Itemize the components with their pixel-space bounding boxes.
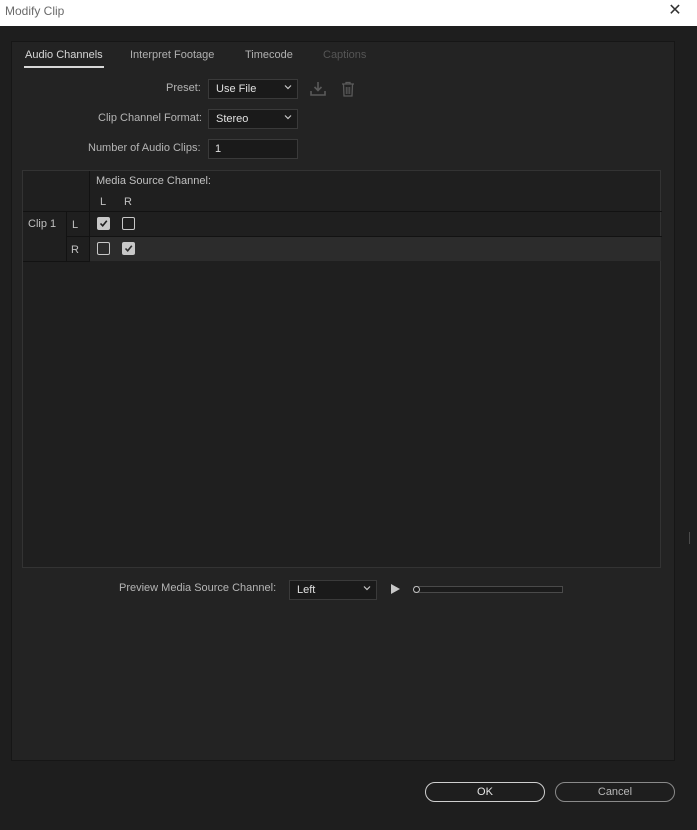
- preset-value: Use File: [216, 83, 257, 95]
- grid-divider: [66, 211, 67, 261]
- chevron-down-icon: [284, 85, 292, 90]
- preview-scrub-handle[interactable]: [413, 586, 420, 593]
- preset-dropdown[interactable]: Use File: [208, 79, 298, 99]
- clip-channel-r-label: R: [71, 244, 79, 256]
- checkbox-clip1-l-source-r[interactable]: [122, 217, 135, 230]
- preview-media-source-channel-label: Preview Media Source Channel:: [119, 582, 277, 594]
- media-source-channel-header: Media Source Channel:: [96, 175, 211, 187]
- grid-divider: [89, 171, 90, 261]
- selected-row-highlight: [90, 237, 661, 261]
- clip-channel-format-dropdown[interactable]: Stereo: [208, 109, 298, 129]
- tab-audio-channels[interactable]: Audio Channels: [24, 49, 104, 68]
- preview-scrub-slider[interactable]: [414, 586, 563, 593]
- check-icon: [99, 220, 108, 228]
- close-icon[interactable]: ✕: [668, 2, 682, 20]
- window-title: Modify Clip: [5, 4, 65, 18]
- chevron-down-icon: [284, 115, 292, 120]
- tab-captions: Captions: [323, 49, 367, 61]
- trash-icon[interactable]: [339, 80, 357, 98]
- grid-divider: [23, 211, 662, 212]
- clip-channel-format-label: Clip Channel Format:: [98, 112, 202, 124]
- chevron-down-icon: [363, 586, 371, 591]
- preview-channel-dropdown[interactable]: Left: [289, 580, 377, 600]
- checkbox-clip1-r-source-r[interactable]: [122, 242, 135, 255]
- tab-interpret-footage[interactable]: Interpret Footage: [130, 49, 214, 61]
- source-channel-r-header: R: [124, 196, 132, 208]
- dialog-panel: Audio Channels Interpret Footage Timecod…: [11, 41, 675, 761]
- channel-mapping-grid: Media Source Channel: L R Clip 1 L R: [22, 170, 662, 568]
- number-of-audio-clips-label: Number of Audio Clips:: [88, 142, 201, 154]
- cancel-button[interactable]: Cancel: [555, 782, 675, 802]
- preset-label: Preset:: [166, 82, 201, 94]
- clip-channel-format-value: Stereo: [216, 113, 249, 125]
- tab-timecode[interactable]: Timecode: [245, 49, 293, 61]
- download-icon[interactable]: [309, 80, 327, 98]
- clip-name: Clip 1: [28, 218, 57, 230]
- checkbox-clip1-l-source-l[interactable]: [97, 217, 110, 230]
- source-channel-l-header: L: [100, 196, 107, 208]
- number-of-audio-clips-value: 1: [215, 143, 222, 155]
- check-icon: [124, 245, 133, 253]
- grid-divider: [66, 236, 662, 237]
- window-edge-marker: [689, 532, 697, 544]
- title-bar: Modify Clip ✕: [0, 0, 697, 26]
- clip-channel-l-label: L: [72, 219, 79, 231]
- ok-button[interactable]: OK: [425, 782, 545, 802]
- preview-channel-value: Left: [297, 584, 316, 596]
- checkbox-clip1-r-source-l[interactable]: [97, 242, 110, 255]
- play-icon[interactable]: [389, 583, 401, 595]
- number-of-audio-clips-field[interactable]: 1: [208, 139, 298, 159]
- grid-divider: [23, 261, 90, 262]
